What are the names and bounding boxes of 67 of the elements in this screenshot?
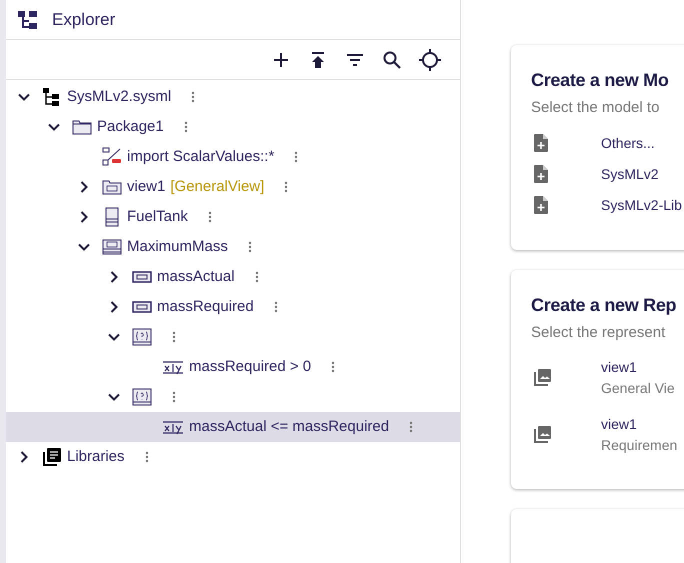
tree-item-label: massRequired > 0 xyxy=(189,356,312,377)
tree-item-label: view1 xyxy=(127,176,166,197)
item-label: SysMLv2-Lib xyxy=(601,196,682,215)
import-icon xyxy=(102,147,122,167)
more-options-icon[interactable] xyxy=(284,181,288,193)
more-options-icon[interactable] xyxy=(172,391,176,403)
item-label: SysMLv2 xyxy=(601,164,659,184)
requirement-icon xyxy=(102,237,122,257)
search-icon[interactable] xyxy=(382,50,402,70)
more-options-icon[interactable] xyxy=(184,121,188,133)
tree-item[interactable]: SysMLv2.sysml xyxy=(6,82,460,112)
card-title: Create a new Mo xyxy=(531,69,670,92)
panel-title: Explorer xyxy=(52,8,116,31)
tree-item-label: Libraries xyxy=(67,446,125,467)
new-file-icon xyxy=(534,134,548,152)
list-item[interactable]: Others... xyxy=(531,132,684,154)
tree-item-label: massActual <= massRequired xyxy=(189,416,390,437)
tree-item[interactable]: Package1 xyxy=(6,112,460,142)
tree-item-label: MaximumMass xyxy=(127,236,228,257)
item-description: General Vie xyxy=(601,379,675,398)
tree-item[interactable]: Libraries xyxy=(6,442,460,472)
tree-item[interactable]: massRequired > 0 xyxy=(6,352,460,382)
list-item[interactable]: view1 General Vie xyxy=(531,356,684,398)
more-options-icon[interactable] xyxy=(331,361,336,373)
more-options-icon[interactable] xyxy=(172,331,176,343)
library-icon xyxy=(42,447,62,467)
tree-item-label: SysMLv2.sysml xyxy=(67,86,172,107)
new-file-icon xyxy=(534,196,548,214)
item-label: view1 xyxy=(601,415,638,434)
tree-item[interactable]: massActual xyxy=(6,262,460,292)
tree-item-label: Package1 xyxy=(97,116,164,137)
list-item[interactable]: SysMLv2-Lib xyxy=(531,194,684,216)
list-item[interactable]: view1 Requiremen xyxy=(531,413,684,455)
tree-item[interactable]: massRequired xyxy=(6,292,460,322)
tree-structure-icon xyxy=(42,87,62,107)
tree-item[interactable]: FuelTank xyxy=(6,202,460,232)
list-item[interactable]: SysMLv2 xyxy=(531,162,684,184)
more-options-icon[interactable] xyxy=(254,271,259,283)
tree-item-kind: [GeneralView] xyxy=(170,176,264,197)
constraint-icon xyxy=(132,327,152,347)
new-file-icon xyxy=(534,164,548,182)
image-stack-icon xyxy=(534,425,552,443)
tree-item[interactable]: MaximumMass xyxy=(6,232,460,262)
tree-item[interactable]: import ScalarValues::* xyxy=(6,142,460,172)
card-subtitle: Select the model to xyxy=(531,98,660,118)
more-options-icon[interactable] xyxy=(248,241,252,253)
tree-item-label: import ScalarValues::* xyxy=(127,146,274,167)
item-label: view1 xyxy=(601,358,638,377)
crosshair-icon[interactable] xyxy=(419,48,441,70)
tree-item[interactable]: view1 [GeneralView] xyxy=(6,172,460,202)
tree-item-label: massActual xyxy=(157,266,235,287)
more-options-icon[interactable] xyxy=(144,451,149,463)
more-options-icon[interactable] xyxy=(191,91,196,103)
tree-item-label: FuelTank xyxy=(127,206,188,227)
card-subtitle: Select the represent xyxy=(531,322,666,342)
card-title: Create a new Rep xyxy=(531,294,678,317)
item-label: Others... xyxy=(601,134,655,152)
item-description: Requiremen xyxy=(601,436,678,455)
more-options-icon[interactable] xyxy=(208,211,212,223)
tree-structure-icon xyxy=(18,10,38,30)
more-options-icon[interactable] xyxy=(409,421,414,433)
more-options-icon[interactable] xyxy=(294,151,298,163)
image-stack-icon xyxy=(534,368,552,386)
more-options-icon[interactable] xyxy=(274,301,278,313)
tree-item[interactable]: massActual <= massRequired xyxy=(6,412,460,442)
tree-item-label: massRequired xyxy=(157,296,254,317)
constraint-icon xyxy=(132,387,152,407)
